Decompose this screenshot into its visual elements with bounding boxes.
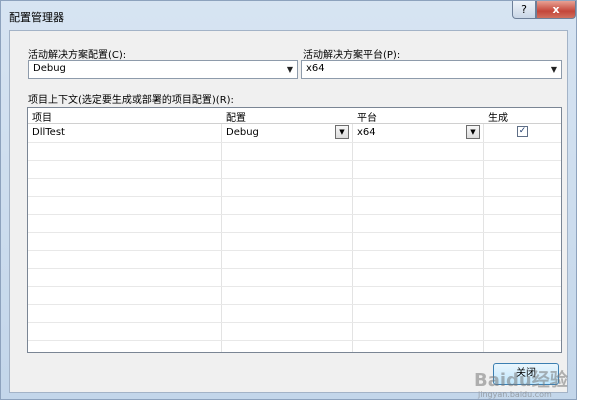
col-header-build: 生成 <box>488 113 508 124</box>
active-platform-label: 活动解决方案平台(P): <box>303 50 401 61</box>
row-build-checkbox[interactable]: ✓ <box>517 126 528 137</box>
col-header-configuration: 配置 <box>226 113 246 124</box>
chevron-down-icon: ▼ <box>550 65 558 74</box>
row-platform-dropdown-icon[interactable]: ▼ <box>466 125 480 139</box>
active-platform-value: x64 <box>306 63 325 74</box>
config-manager-window: 配置管理器 ? x 活动解决方案配置(C): Debug ▼ 活动解决方案平台(… <box>0 0 577 400</box>
chevron-down-icon: ▼ <box>286 65 294 74</box>
grid-header: 项目 配置 平台 生成 <box>28 108 561 124</box>
help-icon[interactable]: ? <box>512 1 536 19</box>
close-icon[interactable]: x <box>536 1 576 19</box>
title-bar[interactable]: 配置管理器 ? x <box>1 1 576 29</box>
row-configuration-value: Debug <box>226 127 259 138</box>
watermark-url: jingyan.baidu.com <box>478 390 552 399</box>
row-configuration-dropdown-icon[interactable]: ▼ <box>335 125 349 139</box>
active-config-dropdown[interactable]: Debug ▼ <box>28 60 298 79</box>
row-project-name: DllTest <box>32 127 65 138</box>
active-config-label: 活动解决方案配置(C): <box>28 50 127 61</box>
watermark-logo: Baidu经验 <box>474 370 568 391</box>
project-contexts-label: 项目上下文(选定要生成或部署的项目配置)(R): <box>28 95 234 106</box>
col-header-platform: 平台 <box>357 113 377 124</box>
row-platform-value: x64 <box>357 127 376 138</box>
col-header-project: 项目 <box>32 113 52 124</box>
project-contexts-grid[interactable]: 项目 配置 平台 生成 DllTest Debug ▼ x64 ▼ ✓ <box>27 107 562 353</box>
window-title: 配置管理器 <box>9 11 64 24</box>
active-config-value: Debug <box>33 63 66 74</box>
active-platform-dropdown[interactable]: x64 ▼ <box>301 60 562 79</box>
